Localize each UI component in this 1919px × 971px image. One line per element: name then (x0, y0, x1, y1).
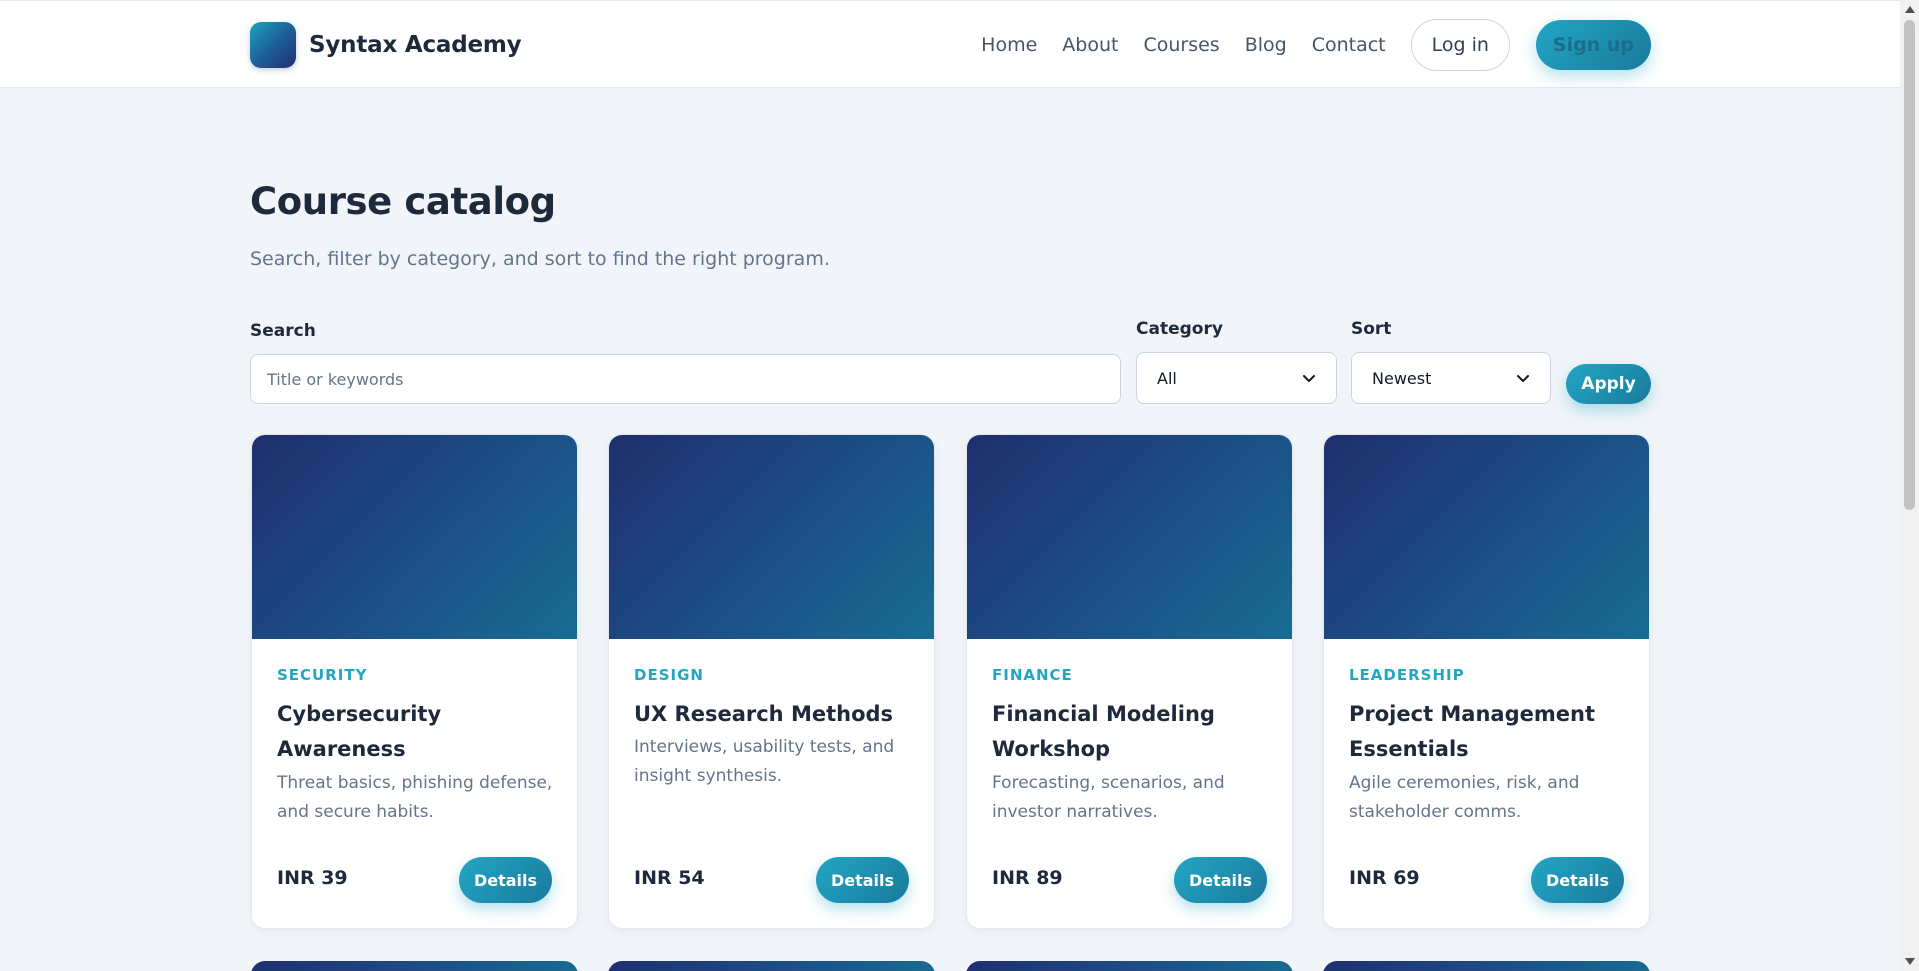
course-description: Agile ceremonies, risk, and stakeholder … (1349, 773, 1580, 822)
course-title: Financial Modeling Workshop (992, 702, 1215, 761)
course-category: SECURITY (277, 666, 368, 684)
sort-select[interactable]: Newest (1351, 352, 1551, 404)
course-card: FINANCE Financial Modeling Workshop Fore… (966, 434, 1293, 929)
details-button[interactable]: Details (816, 857, 909, 903)
course-title: UX Research Methods (634, 702, 894, 726)
course-card-body: SECURITY Cybersecurity Awareness Threat … (252, 639, 577, 928)
apply-button[interactable]: Apply (1566, 364, 1651, 404)
chevron-down-icon (1517, 375, 1529, 382)
scrollbar-thumb[interactable] (1904, 20, 1915, 510)
login-button[interactable]: Log in (1410, 19, 1510, 71)
details-button[interactable]: Details (459, 857, 552, 903)
category-label: Category (1136, 319, 1223, 339)
page: Syntax Academy Home About Courses Blog C… (0, 0, 1919, 971)
course-price: INR 69 (1349, 867, 1420, 889)
course-thumbnail (1324, 435, 1649, 639)
brand-name: Syntax Academy (309, 32, 522, 58)
course-category: LEADERSHIP (1349, 666, 1465, 684)
course-description: Interviews, usability tests, and insight… (634, 737, 895, 786)
sort-select-value: Newest (1372, 368, 1432, 388)
course-thumbnail (609, 435, 934, 639)
course-card-body: DESIGN UX Research Methods Interviews, u… (609, 639, 934, 928)
course-card-body: LEADERSHIP Project Management Essentials… (1324, 639, 1649, 928)
details-button[interactable]: Details (1174, 857, 1267, 903)
course-card-next-row (966, 961, 1293, 971)
course-card-body: FINANCE Financial Modeling Workshop Fore… (967, 639, 1292, 928)
brand-logo-icon (250, 22, 296, 68)
course-category: DESIGN (634, 666, 704, 684)
scroll-up-icon[interactable] (1905, 6, 1915, 13)
course-price: INR 54 (634, 867, 705, 889)
course-card-next-row (608, 961, 935, 971)
course-card-next-row (1323, 961, 1650, 971)
nav-link-blog[interactable]: Blog (1245, 20, 1287, 70)
page-title: Course catalog (250, 180, 556, 223)
main-nav: Home About Courses Blog Contact Log in S… (981, 19, 1651, 71)
course-price: INR 89 (992, 867, 1063, 889)
brand[interactable]: Syntax Academy (250, 22, 522, 68)
course-thumbnail (967, 435, 1292, 639)
course-thumbnail (252, 435, 577, 639)
category-select-value: All (1157, 368, 1177, 388)
nav-link-courses[interactable]: Courses (1143, 20, 1219, 70)
sort-label: Sort (1351, 319, 1392, 339)
vertical-scrollbar[interactable] (1900, 0, 1919, 971)
category-select[interactable]: All (1136, 352, 1337, 404)
course-title: Cybersecurity Awareness (277, 702, 442, 761)
search-label: Search (250, 321, 316, 341)
course-price: INR 39 (277, 867, 348, 889)
details-button[interactable]: Details (1531, 857, 1624, 903)
signup-button[interactable]: Sign up (1535, 20, 1651, 70)
course-description: Threat basics, phishing defense, and sec… (277, 773, 553, 822)
course-description: Forecasting, scenarios, and investor nar… (992, 773, 1225, 822)
course-card: LEADERSHIP Project Management Essentials… (1323, 434, 1650, 929)
site-header: Syntax Academy Home About Courses Blog C… (0, 0, 1900, 88)
nav-link-home[interactable]: Home (981, 20, 1037, 70)
nav-link-contact[interactable]: Contact (1312, 20, 1386, 70)
nav-link-about[interactable]: About (1062, 20, 1118, 70)
course-title: Project Management Essentials (1349, 702, 1595, 761)
course-category: FINANCE (992, 666, 1073, 684)
search-input[interactable] (250, 354, 1121, 404)
course-card: DESIGN UX Research Methods Interviews, u… (608, 434, 935, 929)
course-card: SECURITY Cybersecurity Awareness Threat … (251, 434, 578, 929)
page-subtitle: Search, filter by category, and sort to … (250, 248, 830, 270)
chevron-down-icon (1303, 375, 1315, 382)
course-card-next-row (251, 961, 578, 971)
scroll-down-icon[interactable] (1905, 958, 1915, 965)
